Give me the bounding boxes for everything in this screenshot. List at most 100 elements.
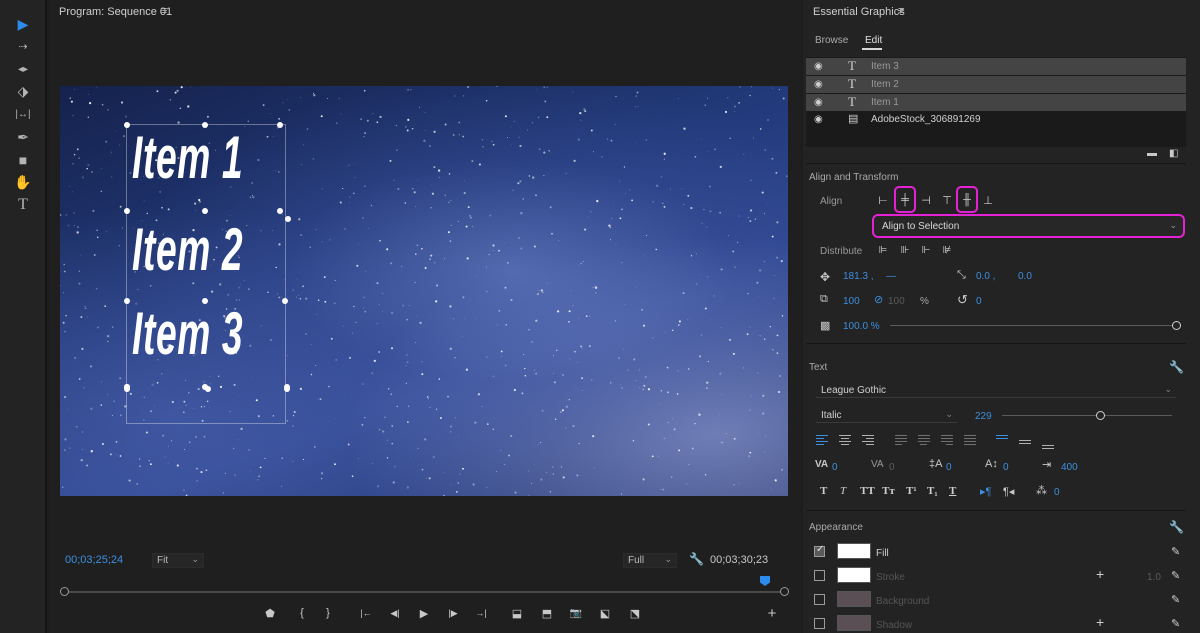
font-size-value[interactable]: 229 bbox=[975, 411, 992, 422]
transform-handle[interactable] bbox=[124, 386, 130, 392]
transform-handle[interactable] bbox=[277, 208, 283, 214]
justify-last-center-icon[interactable] bbox=[918, 435, 930, 447]
align-text-left-icon[interactable] bbox=[816, 435, 828, 447]
hand-tool-icon[interactable]: ✋ bbox=[12, 172, 34, 192]
video-frame[interactable]: Item 1 Item 2 Item 3 bbox=[60, 86, 788, 496]
font-family-select[interactable]: League Gothic ⌄ bbox=[816, 383, 1176, 398]
zoom-level-select[interactable]: Fit ⌄ bbox=[152, 553, 204, 568]
transform-handle[interactable] bbox=[284, 386, 290, 392]
layer-row-item-3[interactable]: ◉ T Item 3 bbox=[806, 58, 1186, 75]
ripple-edit-tool-icon[interactable]: ◂▸ bbox=[12, 59, 34, 79]
opacity-slider-knob[interactable] bbox=[1172, 321, 1181, 330]
align-bottom-icon[interactable]: ⊥ bbox=[981, 193, 995, 207]
layer-row-item-1[interactable]: ◉ T Item 1 bbox=[806, 94, 1186, 111]
faux-bold-icon[interactable]: T bbox=[820, 485, 827, 497]
eye-icon[interactable]: ◉ bbox=[814, 79, 823, 90]
tab-edit[interactable]: Edit bbox=[865, 35, 882, 46]
panel-menu-icon[interactable]: ≡ bbox=[898, 5, 904, 17]
tab-width-value[interactable]: 400 bbox=[1061, 462, 1078, 473]
distribute-horizontal-right-icon[interactable]: ⊩ bbox=[919, 243, 933, 257]
new-group-folder-icon[interactable]: ▬ bbox=[1147, 148, 1157, 159]
slip-tool-icon[interactable]: |↔| bbox=[12, 104, 34, 124]
transform-handle[interactable] bbox=[277, 122, 283, 128]
link-icon[interactable]: ⊘ bbox=[874, 293, 883, 306]
go-to-out-icon[interactable]: →| bbox=[472, 605, 490, 621]
zoom-handle-left[interactable] bbox=[60, 587, 69, 596]
time-ruler[interactable] bbox=[64, 591, 784, 593]
justify-all-icon[interactable] bbox=[964, 435, 976, 447]
align-to-select[interactable]: Align to Selection ⌄ bbox=[872, 214, 1185, 238]
font-style-select[interactable]: Italic ⌄ bbox=[816, 408, 957, 423]
step-forward-icon[interactable]: |▶ bbox=[444, 605, 462, 621]
add-shadow-plus-icon[interactable]: + bbox=[1096, 614, 1104, 630]
playhead[interactable] bbox=[760, 576, 770, 586]
left-to-right-text-icon[interactable]: ▸¶ bbox=[980, 485, 991, 498]
tab-browse[interactable]: Browse bbox=[815, 35, 848, 46]
font-size-slider-track[interactable] bbox=[1002, 415, 1172, 416]
align-top-text-icon[interactable] bbox=[996, 435, 1008, 447]
new-layer-icon[interactable]: ◧ bbox=[1169, 148, 1178, 159]
rectangle-tool-icon[interactable]: ■ bbox=[12, 150, 34, 170]
align-top-icon[interactable]: ⊤ bbox=[940, 193, 954, 207]
type-tool-icon[interactable]: T bbox=[12, 195, 34, 215]
wrench-icon[interactable]: 🔧 bbox=[1169, 360, 1184, 374]
transform-handle[interactable] bbox=[202, 208, 208, 214]
transform-handle[interactable] bbox=[202, 122, 208, 128]
fill-color-swatch[interactable] bbox=[837, 543, 871, 559]
transform-handle[interactable] bbox=[282, 298, 288, 304]
selection-tool-icon[interactable]: ▶ bbox=[12, 14, 34, 34]
position-x-value[interactable]: 181.3 , bbox=[843, 271, 874, 282]
transform-handle[interactable] bbox=[124, 122, 130, 128]
eyedropper-icon[interactable]: ✎ bbox=[1171, 545, 1180, 558]
layer-list[interactable]: ◉ T Item 3 ◉ T Item 2 ◉ T Item 1 ◉ ▤ Ado… bbox=[806, 57, 1186, 147]
lift-icon[interactable]: ⬓ bbox=[508, 605, 526, 621]
center-text-vertically-icon[interactable] bbox=[1019, 437, 1031, 449]
wrench-icon[interactable]: 🔧 bbox=[689, 552, 704, 566]
track-select-tool-icon[interactable]: ⇢ bbox=[12, 36, 34, 56]
layer-row-clip[interactable]: ◉ ▤ AdobeStock_306891269 bbox=[806, 111, 1186, 128]
shadow-color-swatch[interactable] bbox=[837, 615, 871, 631]
subscript-icon[interactable]: T₁ bbox=[927, 485, 938, 497]
position-y-value[interactable]: — bbox=[886, 271, 896, 282]
export-frame-icon[interactable]: 📷 bbox=[567, 605, 585, 621]
eyedropper-icon[interactable]: ✎ bbox=[1171, 593, 1180, 606]
transform-handle[interactable] bbox=[124, 298, 130, 304]
fill-checkbox[interactable]: ✓ bbox=[814, 544, 825, 557]
tracking-value[interactable]: 0 bbox=[889, 462, 895, 473]
shadow-checkbox[interactable] bbox=[814, 618, 825, 629]
eyedropper-icon[interactable]: ✎ bbox=[1171, 569, 1180, 582]
mark-in-icon[interactable]: { bbox=[293, 605, 311, 621]
transform-handle[interactable] bbox=[285, 216, 291, 222]
eye-icon[interactable]: ◉ bbox=[814, 97, 823, 108]
kerning-value[interactable]: 0 bbox=[832, 462, 838, 473]
align-bottom-text-icon[interactable] bbox=[1042, 439, 1054, 451]
all-caps-icon[interactable]: TT bbox=[860, 485, 875, 497]
pen-tool-icon[interactable]: ✒ bbox=[12, 127, 34, 147]
eye-icon[interactable]: ◉ bbox=[814, 114, 823, 125]
stroke-checkbox[interactable] bbox=[814, 570, 825, 581]
transform-handle[interactable] bbox=[124, 208, 130, 214]
leading-value[interactable]: 0 bbox=[946, 462, 952, 473]
add-stroke-plus-icon[interactable]: + bbox=[1096, 566, 1104, 582]
align-text-right-icon[interactable] bbox=[862, 435, 874, 447]
transform-handle[interactable] bbox=[202, 298, 208, 304]
zoom-handle-right[interactable] bbox=[780, 587, 789, 596]
eyedropper-icon[interactable]: ✎ bbox=[1171, 617, 1180, 630]
stroke-color-swatch[interactable] bbox=[837, 567, 871, 583]
font-size-slider-knob[interactable] bbox=[1095, 411, 1105, 420]
align-right-icon[interactable]: ⊣ bbox=[919, 193, 933, 207]
graphic-text-item-2[interactable]: Item 2 bbox=[132, 220, 243, 280]
opacity-slider-track[interactable] bbox=[890, 325, 1177, 326]
small-caps-icon[interactable]: Tт bbox=[882, 485, 895, 497]
button-editor-plus-icon[interactable]: + bbox=[763, 605, 781, 622]
justify-last-right-icon[interactable] bbox=[941, 435, 953, 447]
scale-value[interactable]: 100 bbox=[843, 296, 860, 307]
step-back-icon[interactable]: ◀| bbox=[386, 605, 404, 621]
wrench-icon[interactable]: 🔧 bbox=[1169, 520, 1184, 534]
razor-tool-icon[interactable]: ⬗ bbox=[12, 81, 34, 101]
right-to-left-text-icon[interactable]: ¶◂ bbox=[1003, 485, 1014, 498]
superscript-icon[interactable]: T¹ bbox=[906, 485, 917, 497]
center-text-icon[interactable] bbox=[839, 435, 851, 447]
background-color-swatch[interactable] bbox=[837, 591, 871, 607]
background-checkbox[interactable] bbox=[814, 594, 825, 605]
